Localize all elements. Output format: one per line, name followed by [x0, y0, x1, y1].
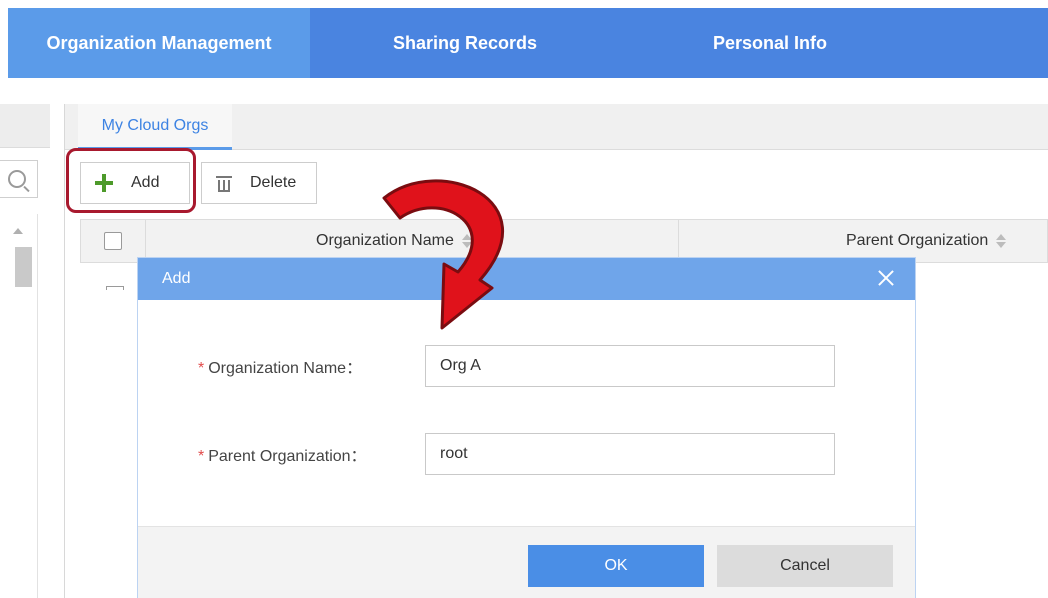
parent-organization-label: * Parent Organization： [198, 442, 367, 466]
tab-my-cloud-orgs[interactable]: My Cloud Orgs [78, 104, 232, 150]
nav-tab-sharing-records[interactable]: Sharing Records [310, 8, 620, 78]
required-mark: * [198, 360, 205, 377]
top-navigation: Organization Management Sharing Records … [8, 8, 1048, 78]
nav-tab-personal-info[interactable]: Personal Info [620, 8, 920, 78]
close-icon[interactable] [875, 267, 897, 289]
organization-name-label: * Organization Name： [198, 354, 362, 378]
row-checkbox[interactable] [106, 286, 124, 290]
dialog-footer: OK Cancel [138, 526, 915, 598]
field-label-text: Organization Name： [208, 360, 363, 377]
select-all-checkbox[interactable] [104, 232, 122, 250]
delete-button[interactable]: Delete [201, 162, 317, 204]
trash-icon [216, 174, 232, 192]
nav-tab-organization-management[interactable]: Organization Management [8, 8, 310, 78]
scroll-up-arrow-icon[interactable] [13, 228, 23, 234]
column-header-label: Parent Organization [846, 232, 989, 249]
sidebar-header [0, 104, 50, 148]
organization-name-input[interactable] [425, 345, 835, 387]
cancel-button[interactable]: Cancel [717, 545, 893, 587]
field-label-text: Parent Organization： [208, 448, 367, 465]
curved-arrow-icon [382, 179, 505, 330]
ok-button[interactable]: OK [528, 545, 704, 587]
add-button-highlight [66, 148, 196, 213]
search-icon [8, 170, 26, 188]
required-mark: * [198, 448, 205, 465]
dialog-title: Add [162, 270, 191, 287]
delete-button-label: Delete [250, 174, 297, 191]
parent-organization-input[interactable] [425, 433, 835, 475]
sidebar-search-button[interactable] [0, 160, 38, 198]
sort-icon[interactable] [996, 234, 1007, 248]
scrollbar-thumb[interactable] [15, 247, 32, 287]
